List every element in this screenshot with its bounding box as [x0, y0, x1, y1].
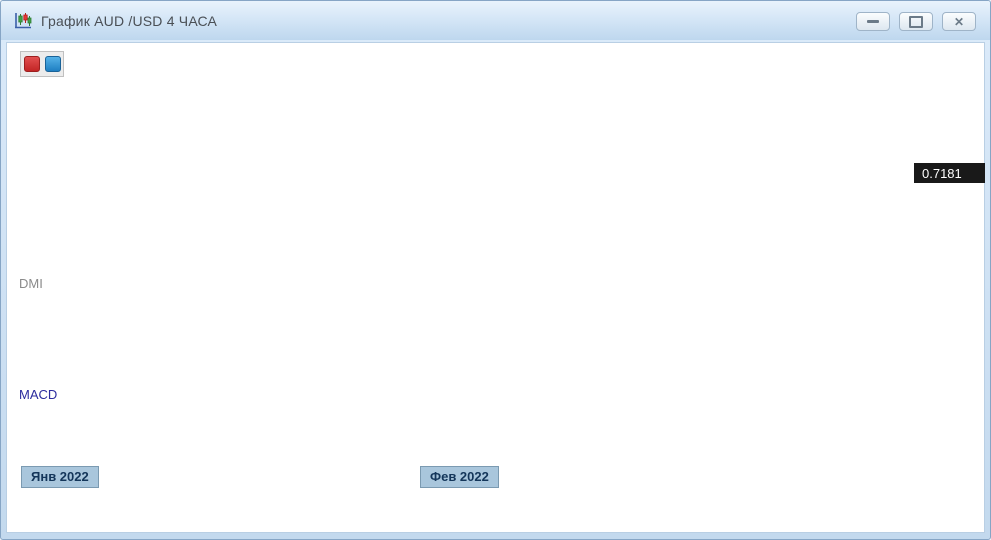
close-icon: ✕ [954, 15, 964, 29]
month-tag-feb: Фев 2022 [420, 466, 499, 488]
month-tag-jan: Янв 2022 [21, 466, 99, 488]
blue-marker-button[interactable] [45, 56, 61, 72]
candlestick-chart-icon [13, 11, 33, 31]
maximize-icon [909, 16, 923, 28]
red-marker-button[interactable] [24, 56, 40, 72]
minimize-button[interactable] [856, 12, 890, 31]
chart-window: График AUD /USD 4 ЧАСА ✕ DMI MACD 0.7181… [0, 0, 991, 540]
dmi-label: DMI [19, 276, 43, 291]
dmi-panel[interactable] [15, 273, 914, 379]
maximize-button[interactable] [899, 12, 933, 31]
minimize-icon [867, 20, 879, 23]
price-chart-panel[interactable] [15, 46, 914, 269]
close-button[interactable]: ✕ [942, 12, 976, 31]
title-bar: График AUD /USD 4 ЧАСА ✕ [1, 1, 990, 40]
macd-label: MACD [19, 387, 57, 402]
window-title: График AUD /USD 4 ЧАСА [41, 13, 217, 29]
time-axis [1, 501, 991, 527]
shapes-toolbar [20, 51, 64, 77]
current-price-tag: 0.7181 [914, 163, 985, 183]
axis-tick-strip [914, 46, 922, 498]
